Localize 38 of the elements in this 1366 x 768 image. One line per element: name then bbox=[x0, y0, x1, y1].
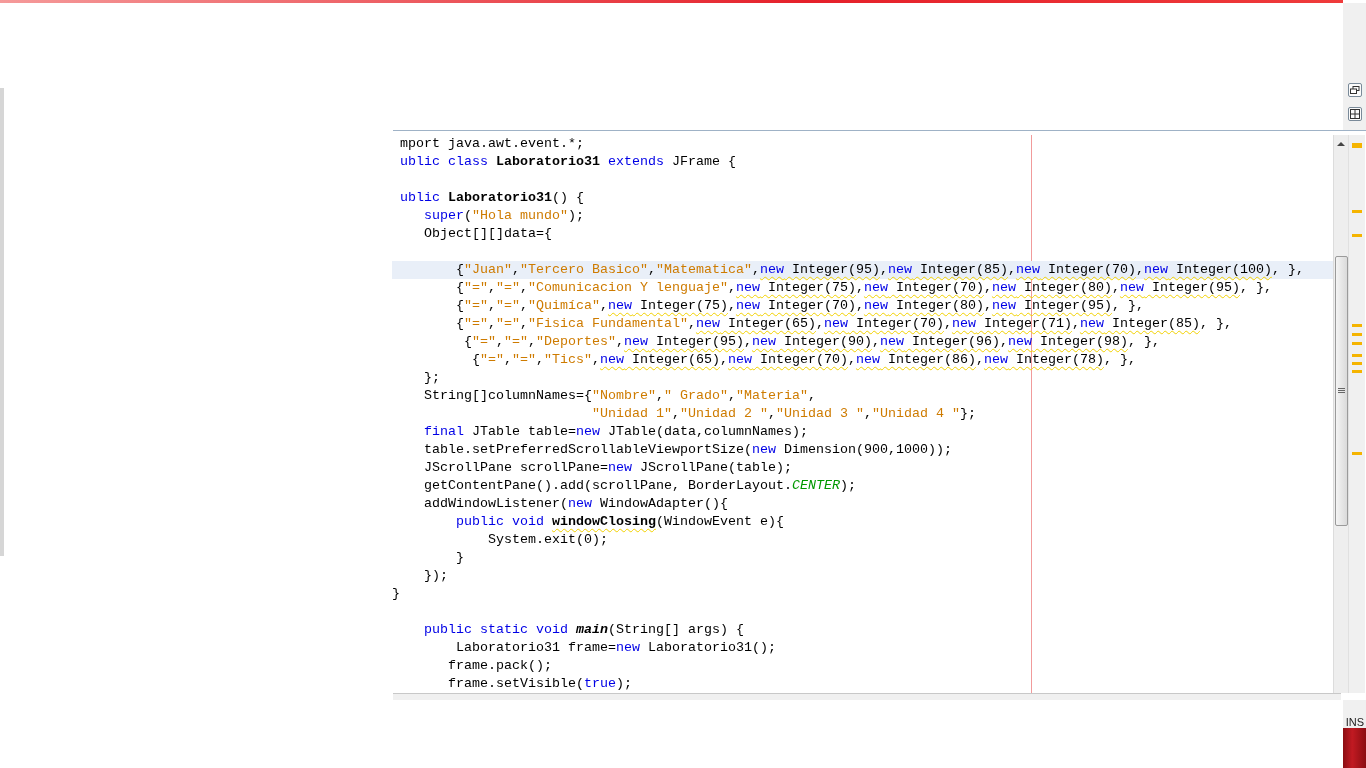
code-line: }; bbox=[423, 369, 441, 388]
code-line: Object[][]data={ bbox=[423, 225, 553, 244]
code-line: mport java.awt.event.*; bbox=[399, 135, 585, 154]
code-line: {"=","=","Comunicacion Y lenguaje",new Integer(75),new Integer(70),new Integer(80),new Integer(95), }, bbox=[455, 279, 1273, 298]
insert-mode-label: INS bbox=[1345, 716, 1365, 728]
code-line: public void windowClosing(WindowEvent e){ bbox=[455, 513, 785, 532]
code-line: public static void main(String[] args) { bbox=[423, 621, 745, 640]
code-line: } bbox=[392, 585, 401, 604]
taskbar-button[interactable] bbox=[1343, 728, 1366, 768]
code-line: ublic Laboratorio31() { bbox=[399, 189, 585, 208]
code-line: "Unidad 1","Unidad 2 ","Unidad 3 ","Unidad 4 "}; bbox=[590, 405, 977, 424]
code-line: ublic class Laboratorio31 extends JFrame { bbox=[399, 153, 737, 172]
restore-window-icon[interactable] bbox=[1347, 83, 1362, 97]
code-line: super("Hola mundo"); bbox=[423, 207, 585, 226]
code-line: } bbox=[455, 549, 465, 568]
code-line: Laboratorio31 frame=new Laboratorio31(); bbox=[455, 639, 777, 658]
code-line: JScrollPane scrollPane=new JScrollPane(table); bbox=[423, 459, 793, 478]
code-line: {"=","=","Tics",new Integer(65),new Integer(70),new Integer(86),new Integer(78), }, bbox=[470, 351, 1137, 370]
code-line: frame.setVisible(true); bbox=[447, 675, 633, 694]
code-line: {"=","=","Deportes",new Integer(95),new Integer(90),new Integer(96),new Integer(98), }, bbox=[462, 333, 1161, 352]
warning-mark[interactable] bbox=[1352, 210, 1362, 214]
code-line: System.exit(0); bbox=[486, 531, 609, 550]
warning-mark[interactable] bbox=[1352, 143, 1362, 149]
code-line: String[]columnNames={"Nombre"," Grado","Materia", bbox=[423, 387, 817, 406]
code-line: getContentPane().add(scrollPane, BorderLayout.CENTER); bbox=[423, 477, 857, 496]
code-line: }); bbox=[423, 567, 449, 586]
window-grid-icon[interactable] bbox=[1347, 107, 1362, 121]
code-line: addWindowListener(new WindowAdapter(){ bbox=[423, 495, 729, 514]
warning-mark[interactable] bbox=[1352, 452, 1362, 456]
code-line: final JTable table=new JTable(data,columnNames); bbox=[423, 423, 809, 442]
code-line: {"=","=","Quimíca",new Integer(75),new Integer(70),new Integer(80),new Integer(95), }, bbox=[455, 297, 1145, 316]
horizontal-scrollbar[interactable] bbox=[393, 693, 1341, 700]
warning-mark[interactable] bbox=[1352, 234, 1362, 238]
code-line: frame.pack(); bbox=[447, 657, 553, 676]
code-line: table.setPreferredScrollableViewportSize(new Dimension(900,1000)); bbox=[423, 441, 953, 460]
code-line: {"=","=","Fisica Fundamental",new Integer(65),new Integer(70),new Integer(71),new Integer(85), }, bbox=[455, 315, 1233, 334]
scrollbar-thumb[interactable] bbox=[1334, 256, 1348, 527]
vertical-scrollbar[interactable] bbox=[1333, 135, 1348, 694]
